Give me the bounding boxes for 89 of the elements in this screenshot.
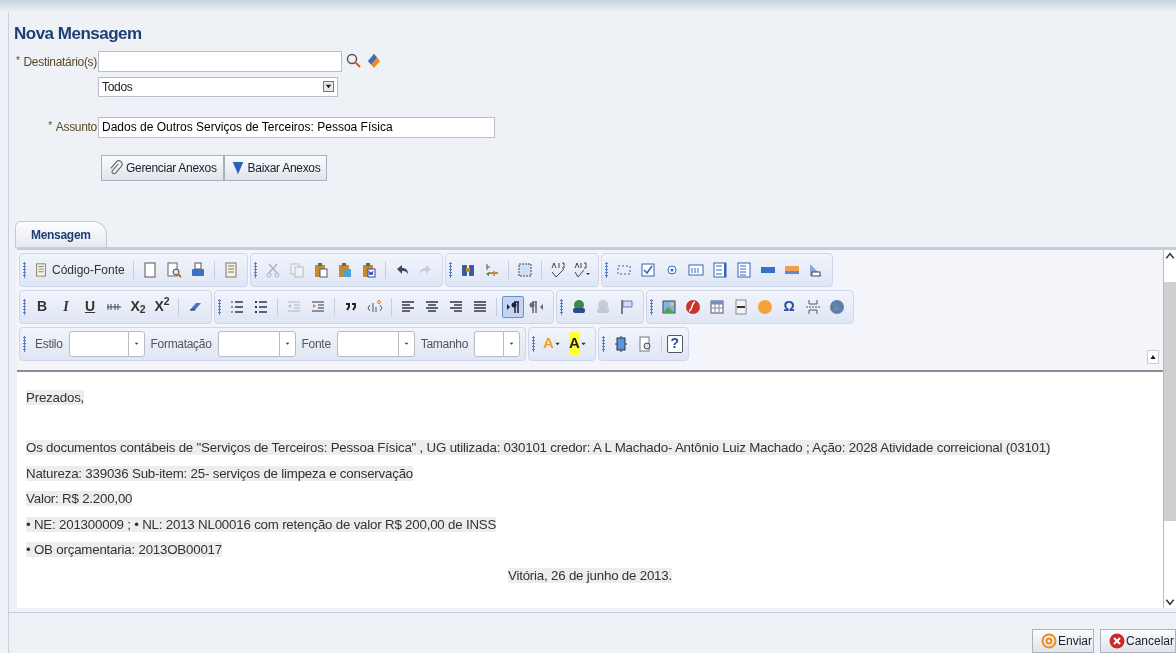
message-text: • OB orçamentaria: 2013OB00017 xyxy=(26,542,222,557)
cancel-button[interactable]: Cancelar xyxy=(1099,629,1176,653)
search-icon[interactable] xyxy=(346,53,362,69)
message-text: Prezados, xyxy=(26,389,85,405)
message-text: • NE: 201300009 ; • NL: 2013 NL00016 com retenção de valor R$ 200,00 de INSS xyxy=(26,516,497,532)
dropdown-arrow-icon xyxy=(508,340,516,347)
recipients-select[interactable]: Todos xyxy=(98,76,338,97)
indent-icon xyxy=(310,298,326,315)
message-text: Natureza: 339036 Sub-item: 25- serviços de limpeza e conservação xyxy=(26,465,414,481)
paste-word-icon xyxy=(360,261,377,278)
ltr-icon xyxy=(505,298,521,315)
paperclip-icon xyxy=(108,160,123,175)
unlink-icon xyxy=(595,298,611,315)
paste-icon xyxy=(312,261,329,278)
checkbox-icon xyxy=(639,261,656,278)
page-break-icon xyxy=(805,298,821,315)
download-attachments-button[interactable]: Baixar Anexos xyxy=(223,154,328,181)
preview-icon xyxy=(165,261,182,278)
source-button[interactable]: Código-Fonte xyxy=(31,258,128,281)
show-blocks-icon xyxy=(636,335,653,352)
replace-icon xyxy=(483,261,500,278)
message-text: Os documentos contábeis de "Serviços de Terceiros: Pessoa Física" , UG utilizada: 030101 credor: A L Machado- Antônio Luiz Machado ; Ação: 2028 Atividade correicional (03101) xyxy=(26,440,1051,455)
flag-icon xyxy=(619,298,635,315)
cancel-icon xyxy=(1108,633,1125,649)
spellcheck-icon xyxy=(549,261,566,278)
dropdown-arrow-icon xyxy=(402,340,410,347)
format-button[interactable]: X$^{2}$ xyxy=(151,295,173,318)
template-icon xyxy=(222,261,239,278)
spellcheck-menu-icon xyxy=(573,261,590,278)
document-icon xyxy=(34,261,48,278)
globe-icon xyxy=(829,298,845,315)
special-character-button[interactable]: Ω xyxy=(778,295,800,318)
manage-attachments-button[interactable]: Gerenciar Anexos xyxy=(101,154,224,181)
text-field-icon xyxy=(687,261,704,278)
justify-icon xyxy=(472,298,488,315)
eraser-icon[interactable] xyxy=(366,53,382,69)
dropdown-arrow-icon xyxy=(283,340,291,347)
combo-label: Fonte xyxy=(301,335,331,353)
combo-label: Estilo xyxy=(35,335,63,353)
required-mark: * xyxy=(48,119,52,133)
field-label: Assunto xyxy=(55,119,97,136)
rtl-icon xyxy=(529,298,545,315)
align-right-icon xyxy=(448,298,464,315)
page-title: Nova Mensagem xyxy=(14,23,143,45)
caret-icon xyxy=(579,340,587,347)
copy-icon xyxy=(288,261,305,278)
field-label: Destinatário(s) xyxy=(23,53,97,71)
subject-field[interactable]: Dados de Outros Serviços de Terceiros: Pessoa Física xyxy=(98,116,495,138)
triangle-icon xyxy=(230,159,245,176)
message-tab[interactable]: Mensagem xyxy=(15,220,107,248)
numbered-list-icon xyxy=(229,298,245,315)
at-sign-icon xyxy=(1040,632,1057,650)
hidden-field-icon xyxy=(807,261,824,278)
recipients-field[interactable] xyxy=(98,50,342,72)
message-text: Valor: R$ 2.200,00 xyxy=(26,491,133,506)
list-box-icon xyxy=(735,261,752,278)
outdent-icon xyxy=(286,298,302,315)
document-icon xyxy=(141,261,158,278)
print-icon xyxy=(189,261,206,278)
link-icon xyxy=(571,298,587,315)
image-icon xyxy=(661,298,677,315)
collapse-toolbar-button[interactable] xyxy=(1147,349,1159,364)
align-center-icon xyxy=(424,298,440,315)
left-to-right-button[interactable] xyxy=(502,295,524,318)
message-text: Vitória, 26 de junho de 2013. xyxy=(508,567,672,583)
dropdown-arrow-icon xyxy=(324,82,333,91)
combo-label: Tamanho xyxy=(420,335,469,353)
textarea-icon xyxy=(711,261,728,278)
caret-icon xyxy=(553,340,561,347)
align-left-icon xyxy=(400,298,416,315)
scissors-icon xyxy=(264,261,281,278)
scrollbar[interactable] xyxy=(1163,249,1176,608)
maximize-icon xyxy=(612,335,629,352)
flash-icon xyxy=(685,298,701,315)
bullet-list-icon xyxy=(253,298,269,315)
paste-text-icon xyxy=(336,261,353,278)
send-button[interactable]: Enviar xyxy=(1031,629,1094,653)
div-icon xyxy=(367,298,383,315)
dropdown-arrow-icon xyxy=(132,340,140,347)
italic-button[interactable]: I xyxy=(55,295,77,318)
select-all-icon xyxy=(516,261,533,278)
required-mark: * xyxy=(15,53,20,68)
background-color-button[interactable]: A xyxy=(565,332,590,355)
table-icon xyxy=(709,298,725,315)
format-button[interactable]: X$_{2}$ xyxy=(127,295,149,318)
underline-button[interactable]: U xyxy=(79,295,101,318)
combo-label: Formatação xyxy=(150,335,212,353)
format-button[interactable]: B xyxy=(31,295,53,318)
help-button[interactable]: ? xyxy=(666,334,683,353)
